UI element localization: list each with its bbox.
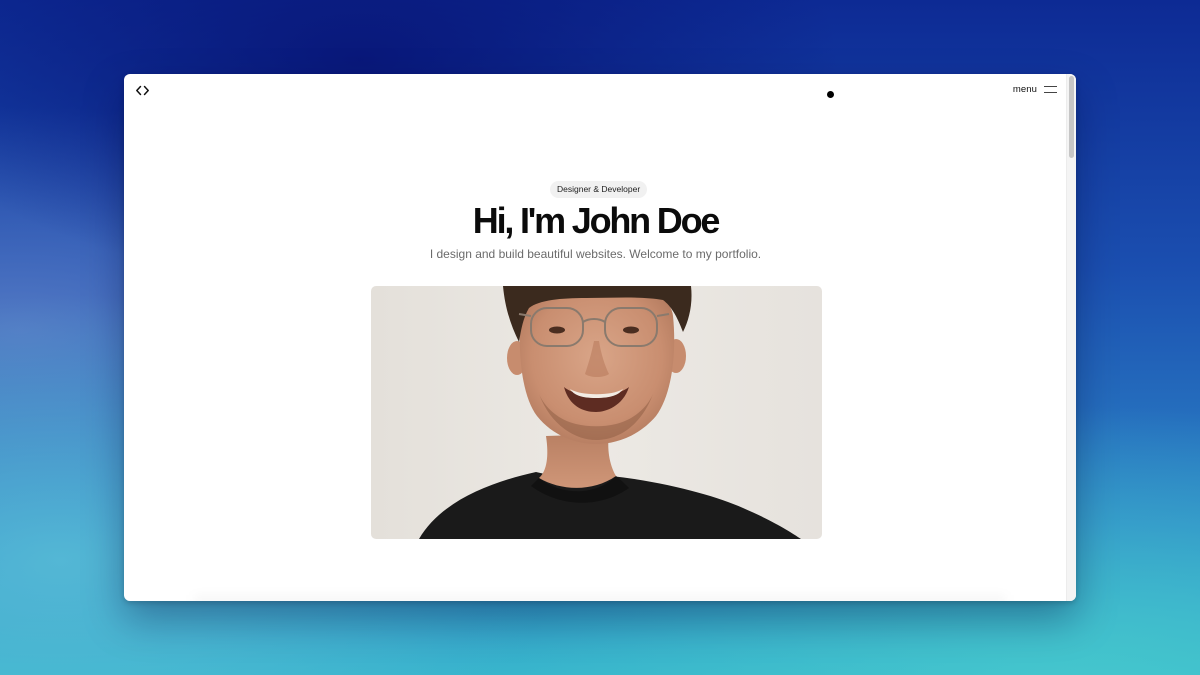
hero-subtitle: I design and build beautiful websites. W… [429, 247, 762, 261]
scrollbar[interactable] [1066, 74, 1076, 601]
bottom-shadow [194, 595, 1006, 601]
hamburger-icon [1044, 86, 1057, 93]
menu-label: menu [1012, 84, 1037, 95]
menu-button[interactable]: menu [1013, 84, 1057, 95]
scrollbar-thumb[interactable] [1069, 76, 1074, 158]
hero-title: Hi, I'm John Doe [472, 200, 721, 241]
code-brackets-icon[interactable] [135, 83, 150, 98]
custom-cursor [827, 91, 834, 98]
profile-photo [371, 286, 822, 539]
role-badge: Designer & Developer [550, 181, 648, 198]
browser-window: menu Designer & Developer Hi, I'm John D… [124, 74, 1076, 601]
portrait-illustration [371, 286, 822, 539]
